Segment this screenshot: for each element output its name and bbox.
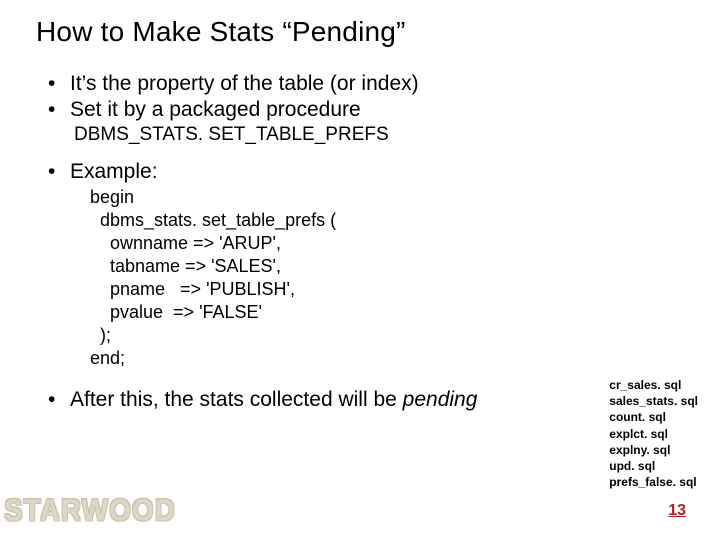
file-list: cr_sales. sql sales_stats. sql count. sq… bbox=[609, 377, 698, 490]
file-item: count. sql bbox=[609, 409, 698, 425]
procedure-name: DBMS_STATS. SET_TABLE_PREFS bbox=[74, 124, 570, 146]
bullet-set-procedure: Set it by a packaged procedure bbox=[50, 98, 570, 122]
slide-body: It’s the property of the table (or index… bbox=[50, 72, 570, 412]
file-item: prefs_false. sql bbox=[609, 474, 698, 490]
bullet-after: After this, the stats collected will be … bbox=[50, 388, 570, 412]
slide: How to Make Stats “Pending” It’s the pro… bbox=[0, 0, 720, 540]
file-item: explny. sql bbox=[609, 442, 698, 458]
code-block: begin dbms_stats. set_table_prefs ( ownn… bbox=[90, 186, 570, 370]
page-number: 13 bbox=[668, 502, 686, 520]
after-emphasis: pending bbox=[403, 388, 478, 411]
file-item: explct. sql bbox=[609, 426, 698, 442]
file-item: upd. sql bbox=[609, 458, 698, 474]
brand-logo: STARWOOD bbox=[4, 493, 176, 528]
bullet-example: Example: bbox=[50, 160, 570, 184]
file-item: cr_sales. sql bbox=[609, 377, 698, 393]
slide-title: How to Make Stats “Pending” bbox=[36, 16, 406, 48]
after-text: After this, the stats collected will be bbox=[70, 388, 403, 411]
file-item: sales_stats. sql bbox=[609, 393, 698, 409]
bullet-property: It’s the property of the table (or index… bbox=[50, 72, 570, 96]
